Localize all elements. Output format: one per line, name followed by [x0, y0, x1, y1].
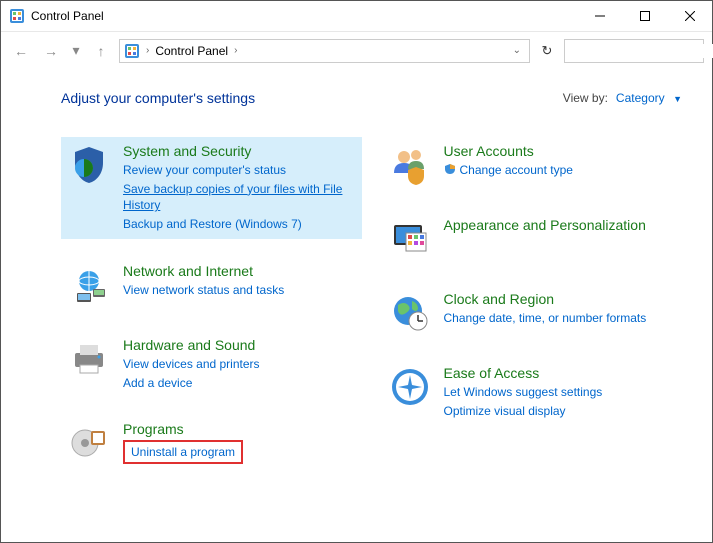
window-title: Control Panel [31, 9, 577, 23]
viewby-label: View by: [563, 91, 608, 105]
category-clock-region[interactable]: Clock and Region Change date, time, or n… [382, 285, 683, 341]
window: Control Panel ← → ▾ ↑ › Control Panel › … [0, 0, 713, 543]
left-column: System and Security Review your computer… [61, 137, 362, 471]
category-title[interactable]: Hardware and Sound [123, 337, 260, 354]
category-title[interactable]: Appearance and Personalization [444, 217, 646, 234]
sublink[interactable]: Optimize visual display [444, 403, 603, 420]
category-user-accounts[interactable]: User Accounts Change account type [382, 137, 683, 193]
printer-icon [67, 337, 111, 381]
sublink[interactable]: Save backup copies of your files with Fi… [123, 181, 356, 215]
chevron-right-icon: › [234, 45, 237, 56]
caret-down-icon: ▼ [673, 94, 682, 104]
category-title[interactable]: System and Security [123, 143, 356, 160]
categories: System and Security Review your computer… [61, 137, 682, 471]
sublink[interactable]: Add a device [123, 375, 260, 392]
sublink[interactable]: Review your computer's status [123, 162, 356, 179]
category-title[interactable]: Network and Internet [123, 263, 284, 280]
address-bar[interactable]: › Control Panel › ⌄ [119, 39, 530, 63]
users-icon [388, 143, 432, 187]
category-title[interactable]: Clock and Region [444, 291, 647, 308]
content: Adjust your computer's settings View by:… [1, 69, 712, 542]
titlebar: Control Panel [1, 1, 712, 31]
address-dropdown-icon[interactable]: ⌄ [509, 45, 525, 56]
category-title[interactable]: Programs [123, 421, 243, 438]
category-appearance[interactable]: Appearance and Personalization [382, 211, 683, 267]
category-title[interactable]: User Accounts [444, 143, 573, 160]
sublink[interactable]: View network status and tasks [123, 282, 284, 299]
refresh-button[interactable]: ↻ [536, 40, 558, 62]
right-column: User Accounts Change account type Appear… [382, 137, 683, 471]
category-system-security[interactable]: System and Security Review your computer… [61, 137, 362, 239]
sublink[interactable]: Backup and Restore (Windows 7) [123, 216, 356, 233]
highlight-box: Uninstall a program [123, 440, 243, 464]
category-ease-of-access[interactable]: Ease of Access Let Windows suggest setti… [382, 359, 683, 425]
history-dropdown[interactable]: ▾ [69, 39, 83, 63]
forward-button[interactable]: → [39, 39, 63, 63]
chevron-right-icon: › [146, 45, 149, 56]
breadcrumb[interactable]: Control Panel [155, 44, 228, 58]
category-programs[interactable]: Programs Uninstall a program [61, 415, 362, 471]
category-hardware-sound[interactable]: Hardware and Sound View devices and prin… [61, 331, 362, 397]
navbar: ← → ▾ ↑ › Control Panel › ⌄ ↻ 🔍 [1, 31, 712, 69]
ease-of-access-icon [388, 365, 432, 409]
sublink[interactable]: Change date, time, or number formats [444, 310, 647, 327]
close-button[interactable] [667, 1, 712, 31]
control-panel-icon [9, 8, 25, 24]
viewby-dropdown[interactable]: Category ▼ [616, 89, 682, 107]
maximize-button[interactable] [622, 1, 667, 31]
sublink[interactable]: Let Windows suggest settings [444, 384, 603, 401]
window-buttons [577, 1, 712, 31]
programs-icon [67, 421, 111, 465]
sublink-uninstall[interactable]: Uninstall a program [131, 445, 235, 459]
uac-shield-icon [444, 162, 456, 180]
network-icon [67, 263, 111, 307]
globe-clock-icon [388, 291, 432, 335]
minimize-button[interactable] [577, 1, 622, 31]
search-input[interactable] [571, 44, 713, 58]
category-title[interactable]: Ease of Access [444, 365, 603, 382]
appearance-icon [388, 217, 432, 261]
control-panel-icon [124, 43, 140, 59]
back-button[interactable]: ← [9, 39, 33, 63]
sublink[interactable]: Change account type [460, 162, 573, 179]
search-box[interactable]: 🔍 [564, 39, 704, 63]
category-network-internet[interactable]: Network and Internet View network status… [61, 257, 362, 313]
page-heading: Adjust your computer's settings [61, 90, 563, 106]
top-row: Adjust your computer's settings View by:… [61, 89, 682, 107]
sublink[interactable]: View devices and printers [123, 356, 260, 373]
viewby-value: Category [616, 91, 665, 105]
up-button[interactable]: ↑ [89, 39, 113, 63]
shield-icon [67, 143, 111, 187]
